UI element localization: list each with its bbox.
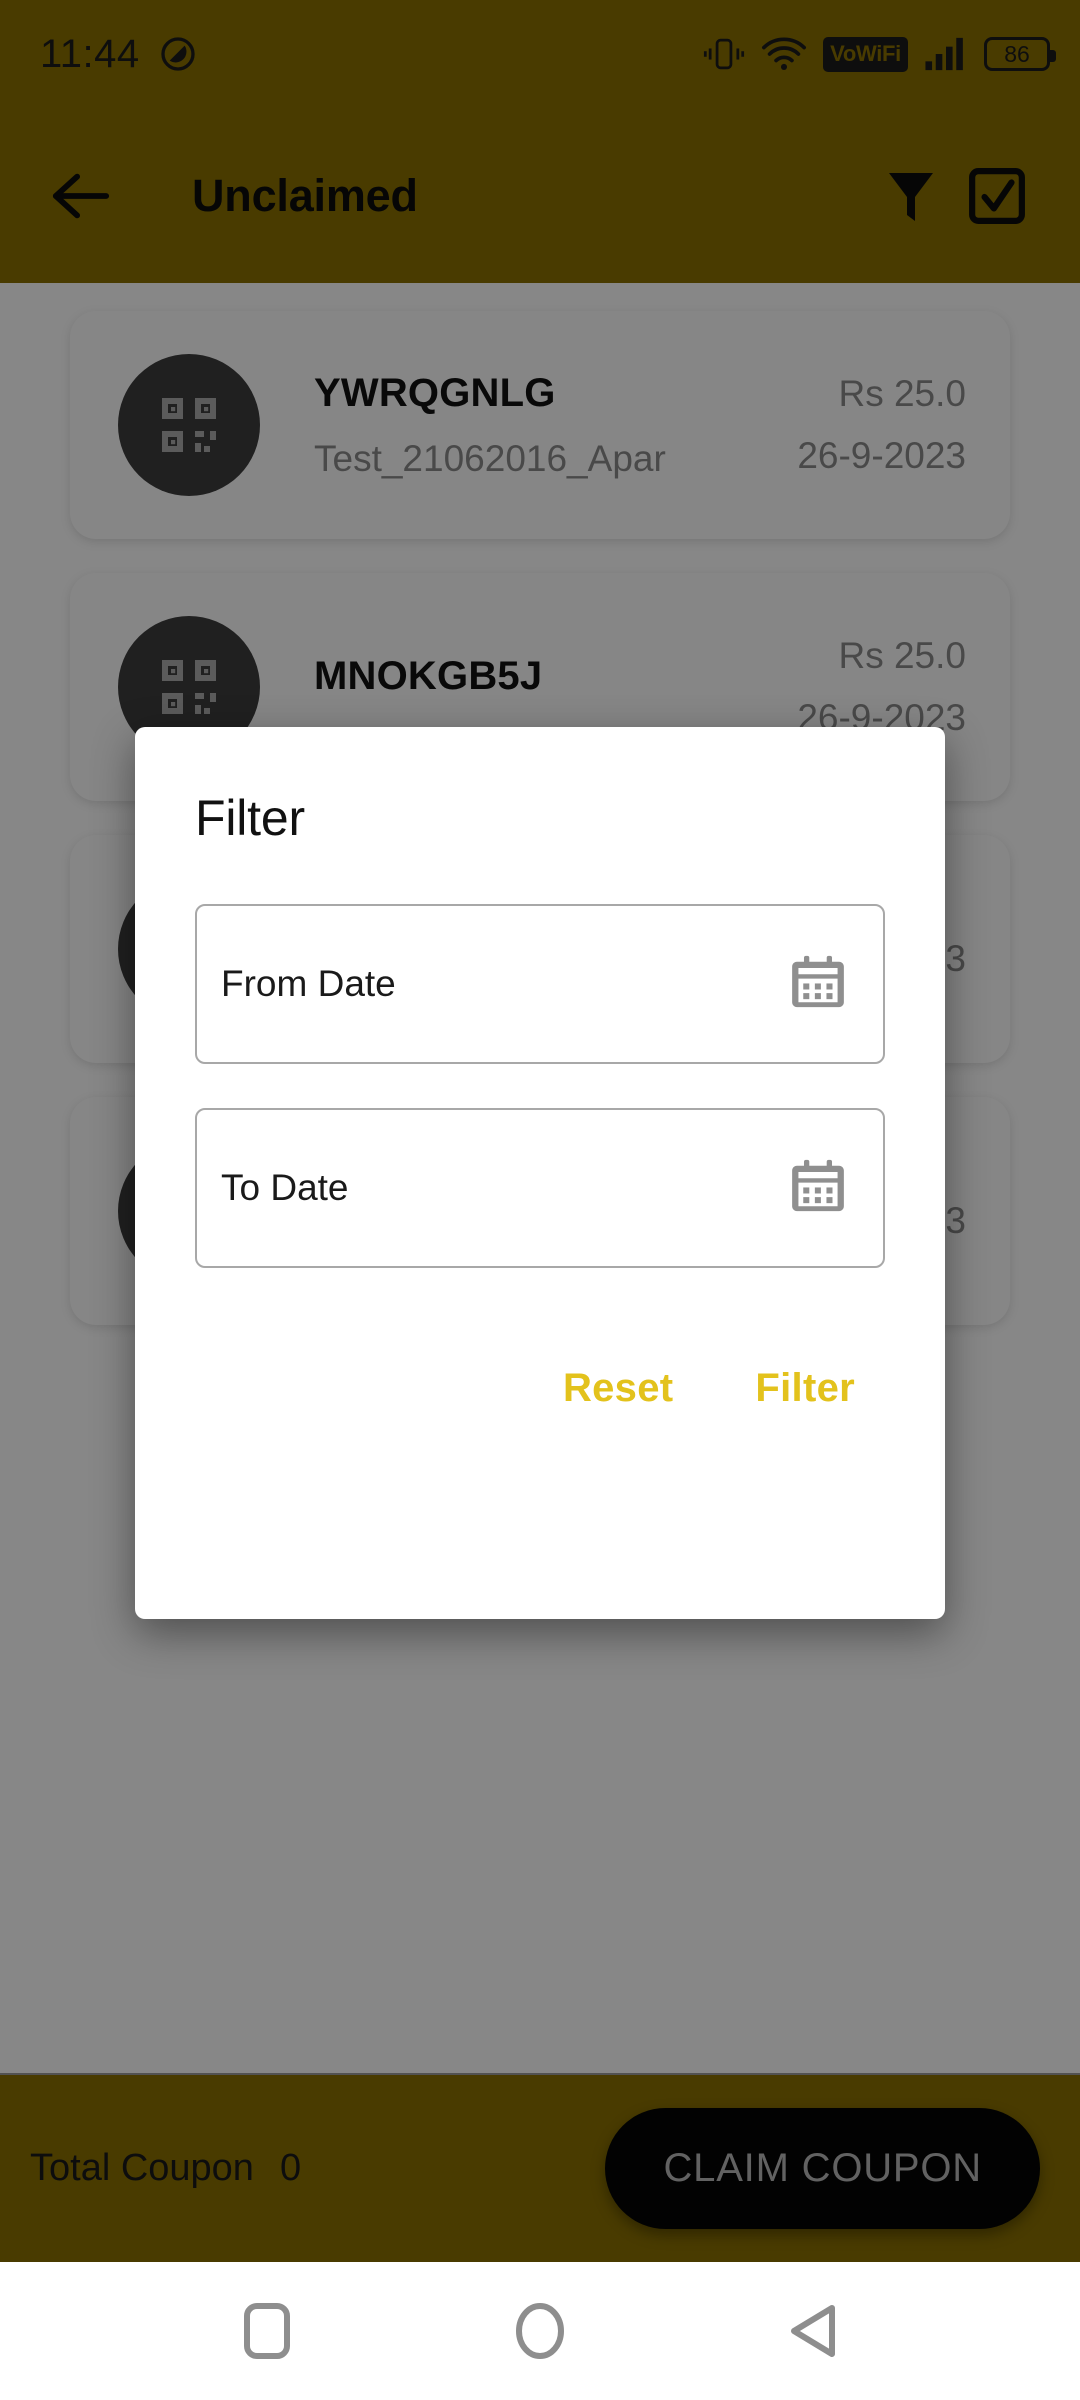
back-nav-button[interactable] [758,2276,868,2386]
apply-filter-button[interactable]: Filter [751,1356,859,1421]
from-date-field[interactable]: From Date [195,904,885,1064]
phone-screen: 11:44 VoWiFi 86 Unclaimed YWRQGNLG Test_… [0,0,1080,2400]
android-nav-bar [0,2262,1080,2400]
filter-dialog: Filter From Date To Date Reset Filter [135,727,945,1619]
square-recents-icon [243,2303,290,2359]
from-date-label: From Date [221,963,396,1004]
triangle-back-icon [791,2305,836,2357]
calendar-icon[interactable] [789,953,847,1016]
recents-button[interactable] [212,2276,322,2386]
dialog-title: Filter [195,790,305,846]
home-button[interactable] [485,2276,595,2386]
calendar-icon[interactable] [789,1157,847,1220]
reset-button[interactable]: Reset [559,1356,677,1421]
dialog-actions: Reset Filter [195,1356,885,1421]
circle-home-icon [515,2303,564,2359]
to-date-label: To Date [221,1167,349,1208]
to-date-field[interactable]: To Date [195,1108,885,1268]
